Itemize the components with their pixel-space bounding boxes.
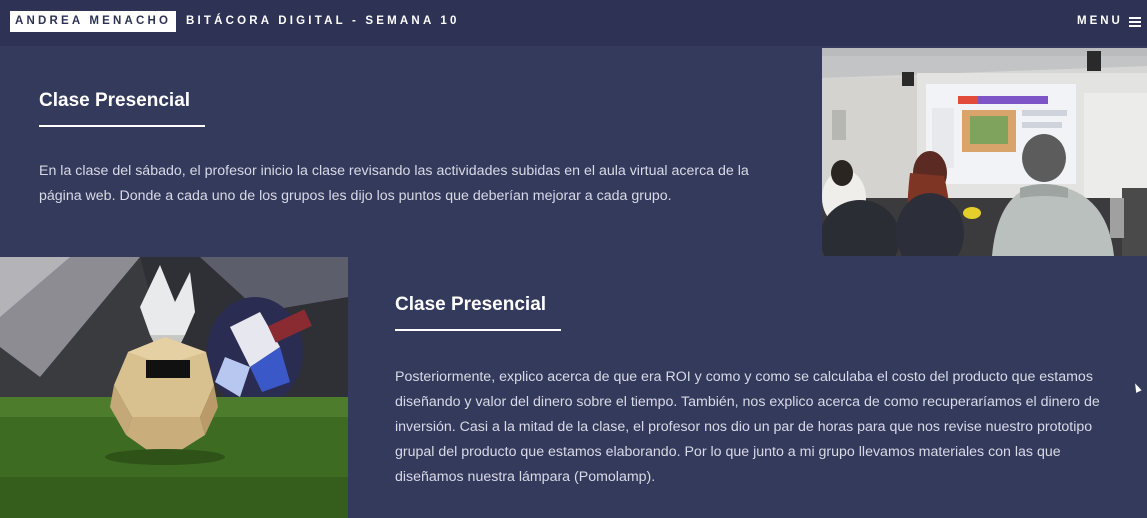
heading-underline: [39, 125, 205, 127]
author-logo[interactable]: ANDREA MENACHO: [10, 11, 176, 32]
lamp-prototype-photo: [0, 257, 348, 518]
site-title[interactable]: BITÁCORA DIGITAL - SEMANA 10: [186, 11, 460, 32]
section-heading: Clase Presencial: [39, 90, 191, 111]
top-bar: ANDREA MENACHO BITÁCORA DIGITAL - SEMANA…: [0, 0, 1147, 46]
menu-label[interactable]: MENU: [1077, 11, 1123, 32]
classroom-photo: [822, 48, 1147, 256]
classroom-image: [822, 48, 1147, 256]
section-paragraph: En la clase del sábado, el profesor inic…: [39, 163, 749, 204]
section-paragraph: Posteriormente, explico acerca de que er…: [395, 369, 1100, 485]
section-clase-presencial-1: Clase Presencial En la clase del sábado,…: [0, 48, 822, 256]
section-clase-presencial-2: Clase Presencial Posteriormente, explico…: [348, 257, 1147, 518]
lamp-image: [0, 257, 348, 518]
heading-underline: [395, 329, 561, 331]
hamburger-icon[interactable]: [1128, 16, 1141, 27]
menu-button[interactable]: MENU: [1077, 11, 1147, 32]
section-heading: Clase Presencial: [395, 294, 547, 315]
